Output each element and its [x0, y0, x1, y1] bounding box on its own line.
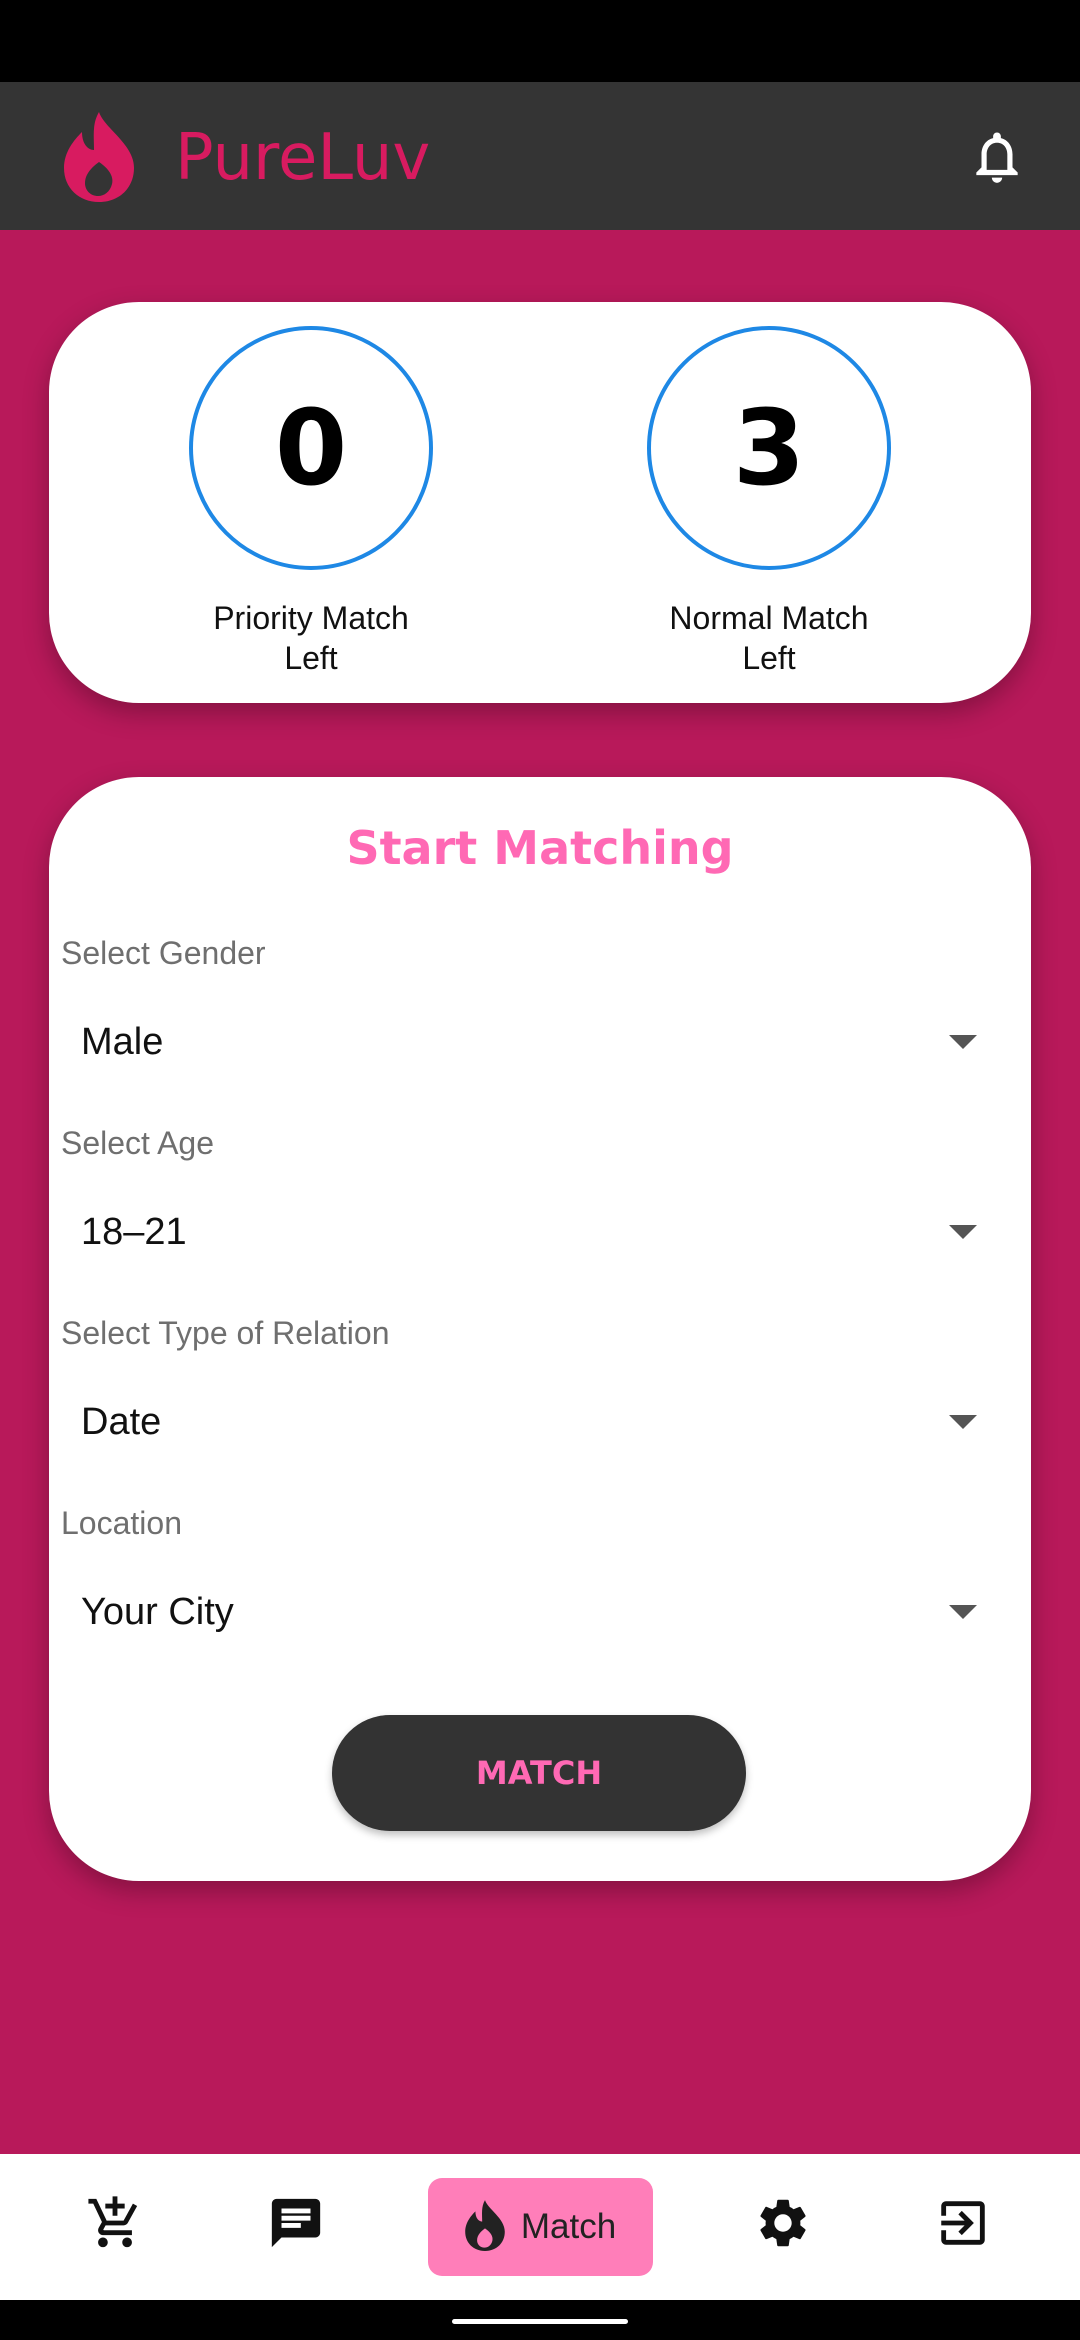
status-bar: [0, 0, 1080, 82]
priority-match-label-line2: Left: [284, 640, 338, 676]
add-to-cart-icon: [86, 2194, 144, 2257]
notification-bell-icon[interactable]: [966, 126, 1028, 188]
relation-type-label: Select Type of Relation: [61, 1315, 390, 1351]
bottom-navigation: Match: [0, 2154, 1080, 2300]
normal-match-count: 3: [647, 326, 891, 570]
dropdown-arrow-icon: [949, 1035, 977, 1049]
normal-match-label: Normal Match Left: [619, 598, 919, 678]
gender-label: Select Gender: [61, 935, 266, 971]
dropdown-arrow-icon: [949, 1415, 977, 1429]
nav-shop-button[interactable]: [70, 2180, 160, 2270]
home-gesture-handle[interactable]: [452, 2319, 628, 2324]
flame-icon: [465, 2199, 505, 2256]
location-label: Location: [61, 1505, 182, 1541]
match-stats-card: 0 Priority Match Left 3 Normal Match Lef…: [49, 302, 1031, 703]
location-select[interactable]: Your City: [61, 1567, 1011, 1657]
logout-icon: [934, 2194, 992, 2257]
location-value: Your City: [81, 1590, 234, 1633]
match-button[interactable]: MATCH: [332, 1715, 746, 1831]
form-title: Start Matching: [346, 821, 734, 875]
gesture-navigation-bar: [0, 2300, 1080, 2340]
normal-match-label-line1: Normal Match: [669, 600, 869, 636]
gender-value: Male: [81, 1020, 164, 1063]
screen: PureLuv 0 Priority Match Left 3 Normal M…: [0, 0, 1080, 2340]
dropdown-arrow-icon: [949, 1605, 977, 1619]
nav-match-label: Match: [520, 2207, 617, 2246]
age-label: Select Age: [61, 1125, 214, 1161]
gender-select[interactable]: Male: [61, 997, 1011, 1087]
chat-icon: [267, 2194, 325, 2257]
priority-match-label: Priority Match Left: [161, 598, 461, 678]
age-select[interactable]: 18–21: [61, 1187, 1011, 1277]
relation-type-value: Date: [81, 1400, 162, 1443]
app-bar: PureLuv: [0, 82, 1080, 230]
age-value: 18–21: [81, 1210, 187, 1253]
settings-icon: [754, 2194, 812, 2257]
app-title: PureLuv: [175, 121, 431, 195]
nav-chat-button[interactable]: [251, 2180, 341, 2270]
nav-logout-button[interactable]: [918, 2180, 1008, 2270]
priority-match-label-line1: Priority Match: [213, 600, 409, 636]
priority-match-count: 0: [189, 326, 433, 570]
relation-type-select[interactable]: Date: [61, 1377, 1011, 1467]
flame-logo-icon: [64, 110, 134, 202]
dropdown-arrow-icon: [949, 1225, 977, 1239]
nav-settings-button[interactable]: [738, 2180, 828, 2270]
matching-form-card: Start Matching Select Gender Male Select…: [49, 777, 1031, 1881]
normal-match-label-line2: Left: [742, 640, 796, 676]
nav-match-button[interactable]: Match: [428, 2178, 653, 2276]
